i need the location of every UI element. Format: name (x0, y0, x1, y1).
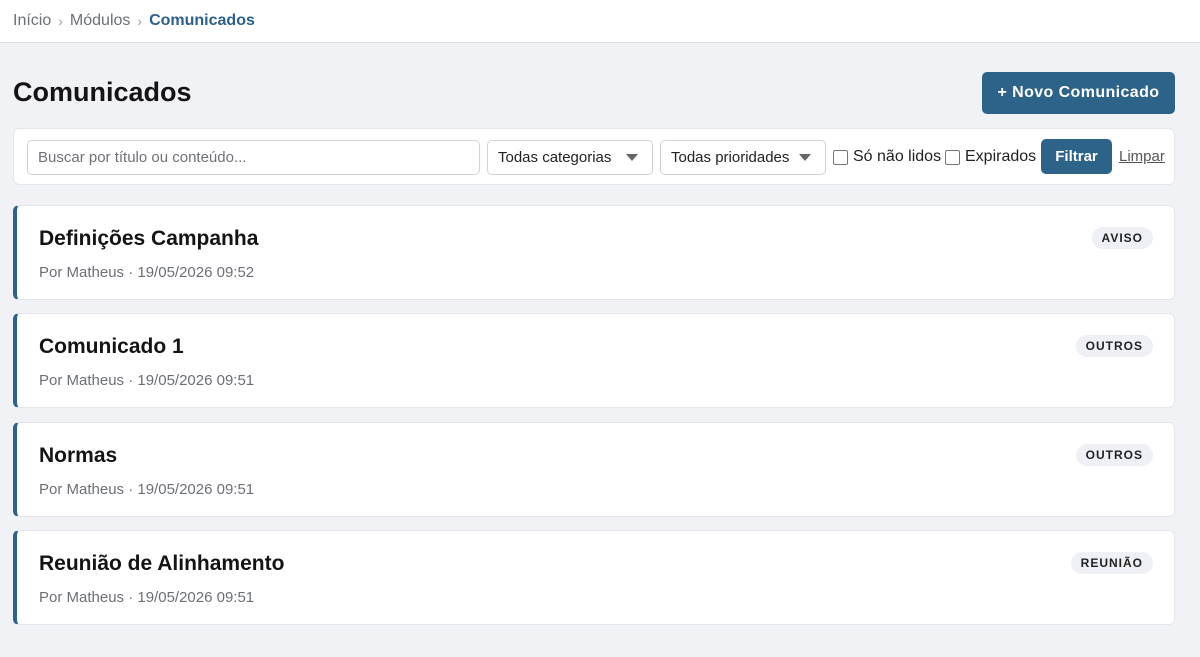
expired-checkbox[interactable]: Expirados (945, 148, 1036, 166)
category-select[interactable]: Todas categorias (487, 140, 653, 175)
announcement-card[interactable]: Comunicado 1 Por Matheus · 19/05/2026 09… (13, 313, 1175, 408)
announcement-card[interactable]: Reunião de Alinhamento Por Matheus · 19/… (13, 530, 1175, 625)
announcement-title[interactable]: Definições Campanha (39, 227, 258, 251)
filter-button[interactable]: Filtrar (1041, 139, 1112, 174)
priority-select-value: Todas prioridades (671, 149, 790, 166)
clear-filters-link[interactable]: Limpar (1119, 148, 1165, 165)
breadcrumb-current: Comunicados (149, 12, 255, 29)
expired-label: Expirados (965, 148, 1037, 165)
only-unread-checkbox[interactable]: Só não lidos (833, 148, 941, 166)
category-badge: AVISO (1091, 227, 1153, 249)
priority-select[interactable]: Todas prioridades (660, 140, 826, 175)
breadcrumb-separator: › (58, 13, 63, 29)
page-title: Comunicados (13, 77, 192, 107)
announcement-title[interactable]: Reunião de Alinhamento (39, 552, 284, 576)
new-announcement-button[interactable]: + Novo Comunicado (982, 72, 1175, 114)
category-select-value: Todas categorias (498, 149, 612, 166)
breadcrumb: Início › Módulos › Comunicados (0, 0, 1200, 43)
announcement-meta: Por Matheus · 19/05/2026 09:51 (39, 372, 255, 389)
category-badge: OUTROS (1075, 444, 1153, 466)
announcement-card[interactable]: Normas Por Matheus · 19/05/2026 09:51 OU… (13, 422, 1175, 517)
category-badge: REUNIÃO (1070, 552, 1153, 574)
chevron-down-icon (799, 154, 811, 161)
announcement-title[interactable]: Normas (39, 444, 117, 468)
breadcrumb-separator: › (137, 13, 143, 29)
only-unread-label: Só não lidos (853, 148, 942, 165)
filter-bar: Todas categorias Todas prioridades Só nã… (13, 128, 1175, 185)
checkbox-box[interactable] (833, 149, 848, 165)
chevron-down-icon (626, 154, 638, 161)
checkbox-box[interactable] (945, 149, 960, 165)
breadcrumb-home[interactable]: Início (13, 12, 51, 30)
announcement-meta: Por Matheus · 19/05/2026 09:51 (39, 481, 255, 498)
search-input[interactable] (27, 140, 480, 175)
breadcrumb-modules[interactable]: Módulos (70, 12, 130, 30)
announcement-card[interactable]: Definições Campanha Por Matheus · 19/05/… (13, 205, 1175, 300)
announcement-title[interactable]: Comunicado 1 (39, 335, 184, 359)
announcement-meta: Por Matheus · 19/05/2026 09:51 (39, 589, 255, 606)
category-badge: OUTROS (1075, 335, 1153, 357)
announcement-meta: Por Matheus · 19/05/2026 09:52 (39, 264, 255, 281)
